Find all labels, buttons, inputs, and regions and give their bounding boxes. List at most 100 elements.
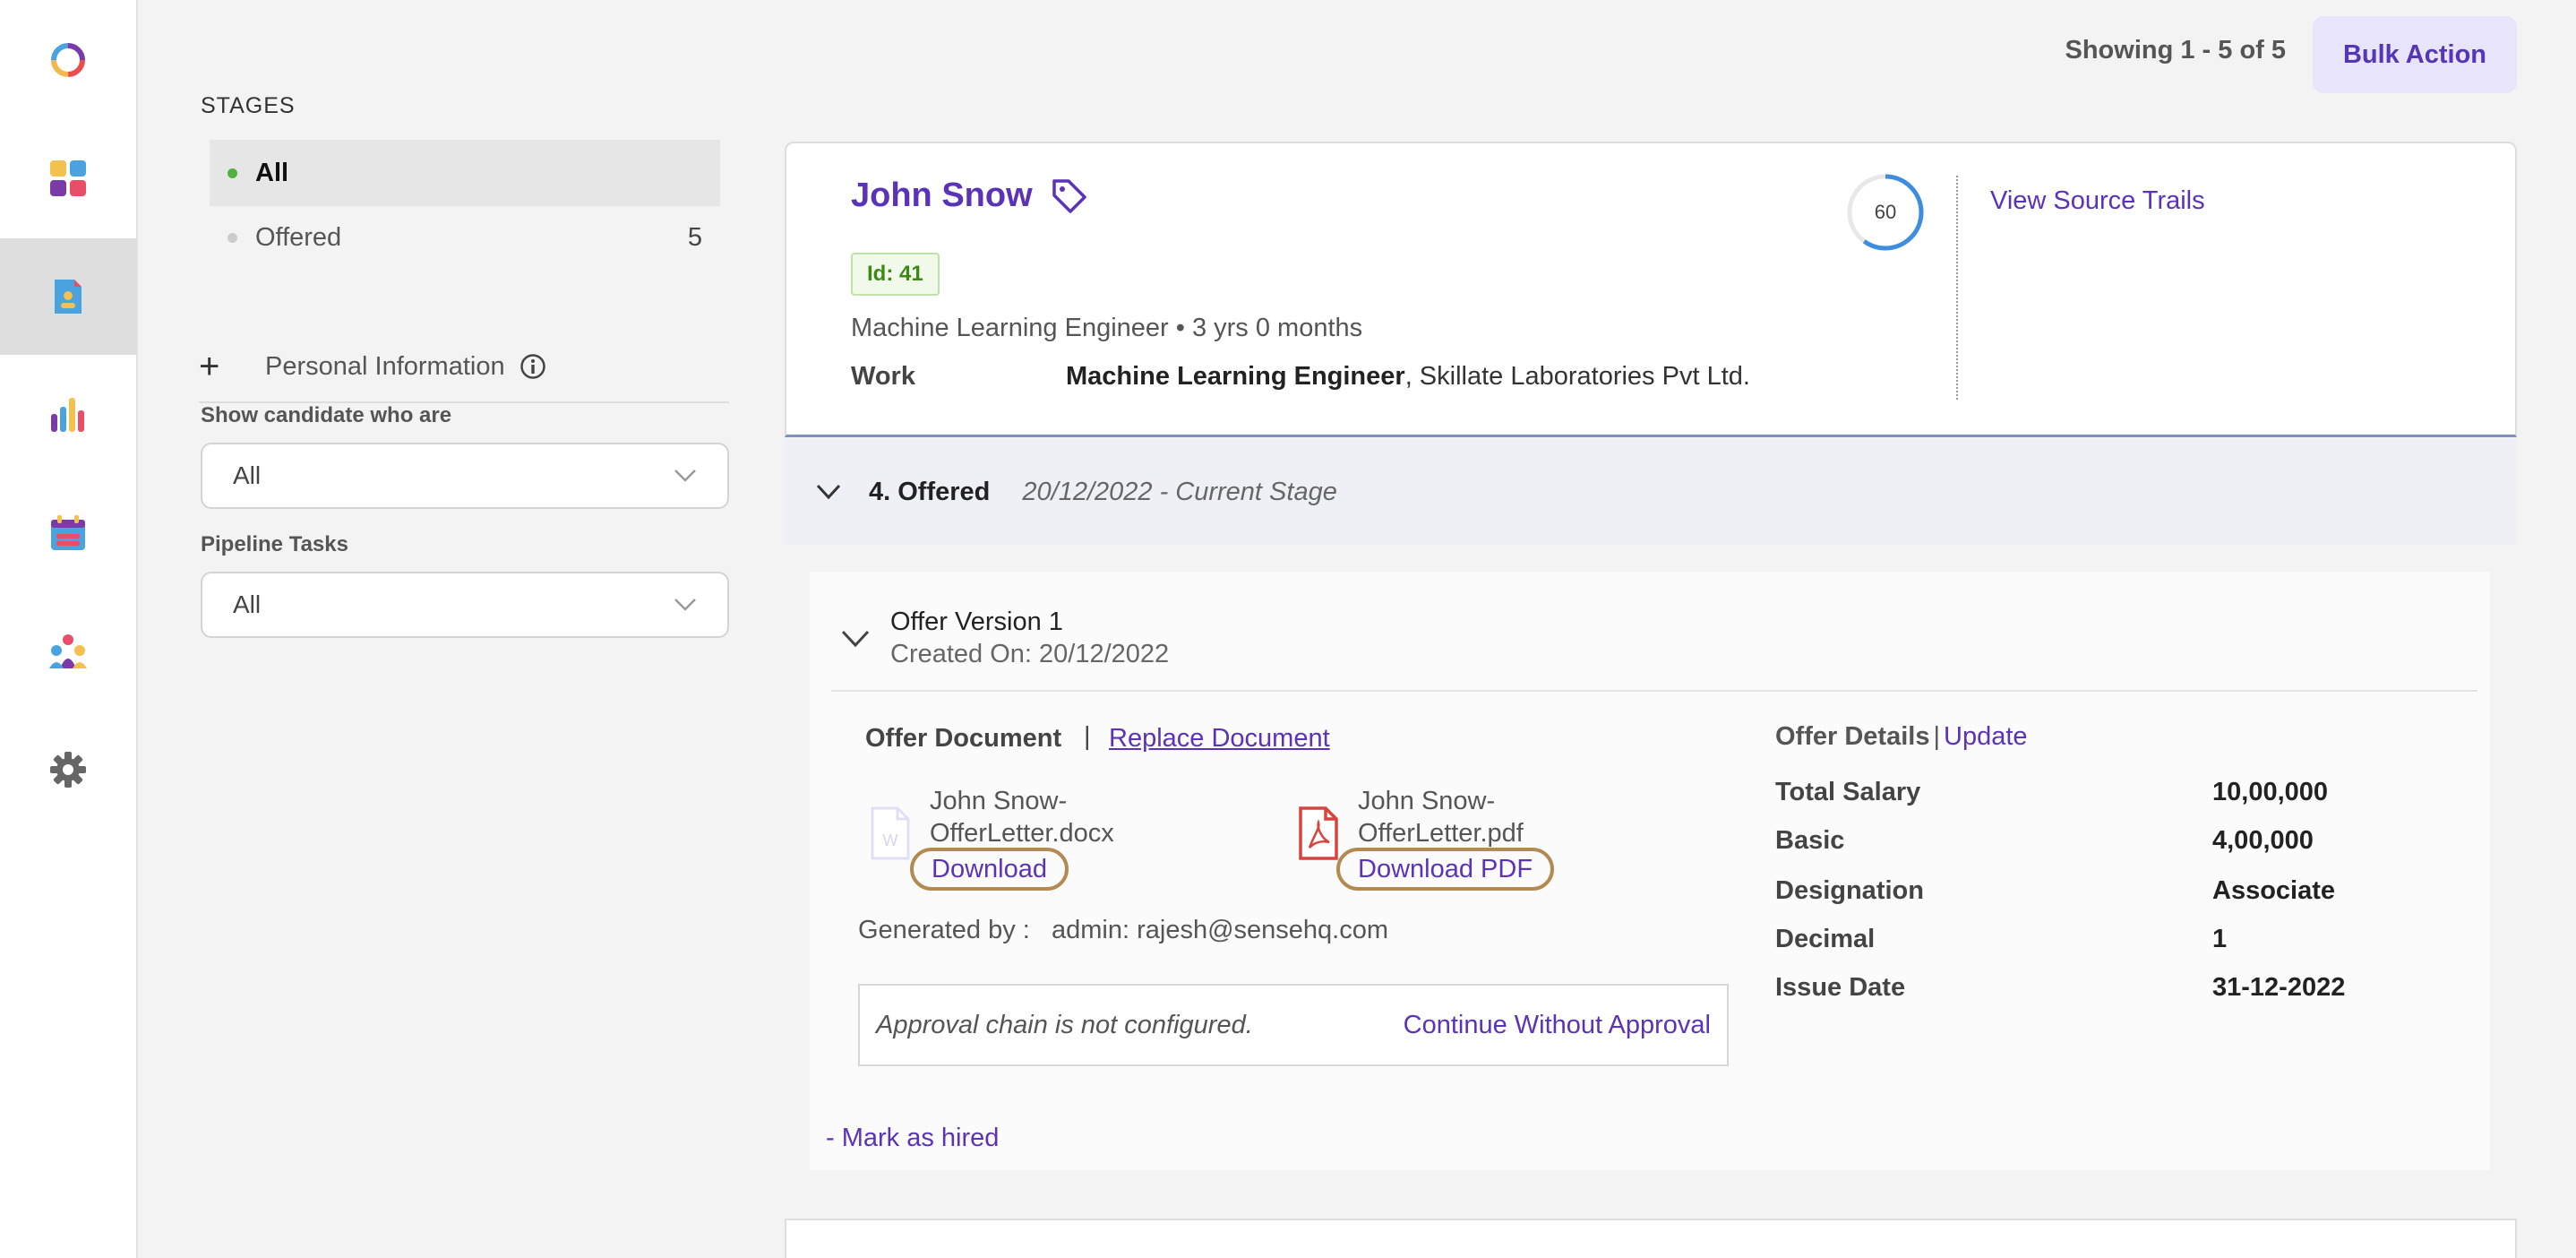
work-company: , Skillate Laboratories Pvt Ltd. xyxy=(1404,362,1750,391)
app-rail xyxy=(0,0,138,1258)
file-name-line: John Snow- xyxy=(930,787,1068,815)
candidate-name-row: John Snow xyxy=(851,176,1088,215)
stage-label: Offered xyxy=(255,222,342,252)
stage-date: 20/12/2022 - Current Stage xyxy=(1022,477,1337,506)
pipeline-tasks-select[interactable]: All xyxy=(201,572,729,638)
personal-information-label: Personal Information xyxy=(265,351,505,381)
select-value: All xyxy=(233,590,262,618)
download-pdf-button[interactable]: Download PDF xyxy=(1336,848,1555,891)
work-value: Machine Learning Engineer, Skillate Labo… xyxy=(1066,362,1750,392)
bulk-action-button[interactable]: Bulk Action xyxy=(2313,16,2517,93)
stage-dot xyxy=(228,232,237,243)
generated-by-label: Generated by : xyxy=(858,916,1030,944)
stage-label: All xyxy=(255,158,289,187)
score-ring: 60 xyxy=(1847,174,1924,251)
rail-dashboard[interactable] xyxy=(0,120,136,237)
candidate-id-badge: Id: 41 xyxy=(851,253,940,296)
personal-information-toggle[interactable]: + Personal Information xyxy=(199,332,729,403)
results-count: Showing 1 - 5 of 5 xyxy=(2065,36,2286,65)
rail-logo[interactable] xyxy=(0,2,136,118)
current-stage-bar[interactable]: 4. Offered 20/12/2022 - Current Stage xyxy=(785,439,2517,545)
detail-key: Total Salary xyxy=(1775,778,1921,806)
chevron-down-icon xyxy=(816,484,841,500)
card-divider xyxy=(1956,176,1958,400)
candidate-name[interactable]: John Snow xyxy=(851,177,1033,215)
view-source-trails-link[interactable]: View Source Trails xyxy=(1990,186,2205,216)
tag-icon[interactable] xyxy=(1049,176,1088,215)
file-name-line: OfferLetter.pdf xyxy=(1358,819,1524,848)
pdf-file-icon xyxy=(1299,806,1338,860)
detail-value: Associate xyxy=(2212,876,2336,905)
plus-icon: + xyxy=(199,346,220,386)
stage-dot xyxy=(228,168,237,178)
detail-key: Issue Date xyxy=(1775,973,1906,1002)
calendar-icon xyxy=(51,515,85,550)
detail-value: 10,00,000 xyxy=(2212,778,2329,806)
detail-value: 31-12-2022 xyxy=(2212,973,2346,1002)
offer-detail-row: Total Salary 10,00,000 xyxy=(1775,778,2420,807)
offer-version-title: Offer Version 1 xyxy=(890,607,1063,636)
offer-detail-row: Issue Date 31-12-2022 xyxy=(1775,973,2420,1003)
bar-chart-icon xyxy=(51,398,84,432)
rail-settings[interactable] xyxy=(0,711,136,828)
separator: | xyxy=(1084,722,1091,751)
continue-without-approval-link[interactable]: Continue Without Approval xyxy=(1404,1011,1711,1040)
rail-candidates[interactable] xyxy=(0,238,136,355)
chevron-down-icon xyxy=(674,599,696,611)
rail-team[interactable] xyxy=(0,593,136,710)
dashboard-icon xyxy=(50,160,86,196)
detail-key: Basic xyxy=(1775,826,1845,855)
candidate-role-experience: Machine Learning Engineer • 3 yrs 0 mont… xyxy=(851,314,1363,342)
team-icon xyxy=(49,634,87,668)
detail-key: Designation xyxy=(1775,876,1924,905)
next-candidate-card xyxy=(785,1219,2517,1258)
generated-by-value: admin: rajesh@sensehq.com xyxy=(1052,916,1389,944)
rail-analytics[interactable] xyxy=(0,357,136,473)
show-candidate-label: Show candidate who are xyxy=(201,403,452,427)
offer-created-on: Created On: 20/12/2022 xyxy=(890,640,1170,668)
offer-detail-row: Decimal 1 xyxy=(1775,925,2420,954)
detail-value: 4,00,000 xyxy=(2212,826,2314,855)
offer-document-label: Offer Document xyxy=(865,724,1062,753)
file-name-line: John Snow- xyxy=(1358,787,1496,815)
stage-count: 5 xyxy=(687,222,702,252)
stage-name: 4. Offered xyxy=(869,477,991,506)
detail-value: 1 xyxy=(2212,925,2228,953)
logo-icon xyxy=(51,43,85,77)
chevron-down-icon xyxy=(674,470,696,482)
pdf-file-name: John Snow- OfferLetter.pdf xyxy=(1358,785,1524,849)
offer-details-title: Offer Details xyxy=(1775,722,1930,751)
replace-document-link[interactable]: Replace Document xyxy=(1109,724,1330,754)
file-name-line: OfferLetter.docx xyxy=(930,819,1114,848)
divider xyxy=(831,690,2477,692)
select-value: All xyxy=(233,461,262,489)
pipeline-tasks-label: Pipeline Tasks xyxy=(201,532,348,556)
mark-as-hired-link[interactable]: - Mark as hired xyxy=(826,1124,999,1153)
work-label: Work xyxy=(851,362,915,391)
update-link[interactable]: Update xyxy=(1944,722,2028,751)
work-title: Machine Learning Engineer xyxy=(1066,362,1405,391)
stage-filter-all[interactable]: All xyxy=(210,140,720,206)
chevron-down-icon[interactable] xyxy=(840,629,871,649)
rail-calendar[interactable] xyxy=(0,475,136,591)
approval-message: Approval chain is not configured. xyxy=(876,1010,1253,1039)
download-docx-button[interactable]: Download xyxy=(910,848,1069,891)
candidate-document-icon xyxy=(55,280,82,314)
separator: | xyxy=(1933,722,1940,751)
docx-file-icon: W xyxy=(871,806,910,860)
offer-panel: Offer Version 1 Created On: 20/12/2022 O… xyxy=(810,572,2490,1170)
docx-file-name: John Snow- OfferLetter.docx xyxy=(930,785,1114,849)
show-candidate-select[interactable]: All xyxy=(201,443,729,509)
offer-detail-row: Designation Associate xyxy=(1775,876,2420,906)
detail-key: Decimal xyxy=(1775,925,1876,953)
gear-icon xyxy=(50,752,86,788)
offer-details-heading: Offer Details | Update xyxy=(1775,722,2028,752)
approval-box: Approval chain is not configured. Contin… xyxy=(858,984,1729,1066)
info-icon[interactable] xyxy=(519,353,546,380)
offer-detail-row: Basic 4,00,000 xyxy=(1775,826,2420,856)
generated-by: Generated by : admin: rajesh@sensehq.com xyxy=(858,916,1388,945)
candidate-card: John Snow Id: 41 Machine Learning Engine… xyxy=(785,142,2517,437)
stage-filter-offered[interactable]: Offered 5 xyxy=(210,204,720,271)
svg-text:W: W xyxy=(883,831,898,849)
score-value: 60 xyxy=(1875,201,1896,223)
